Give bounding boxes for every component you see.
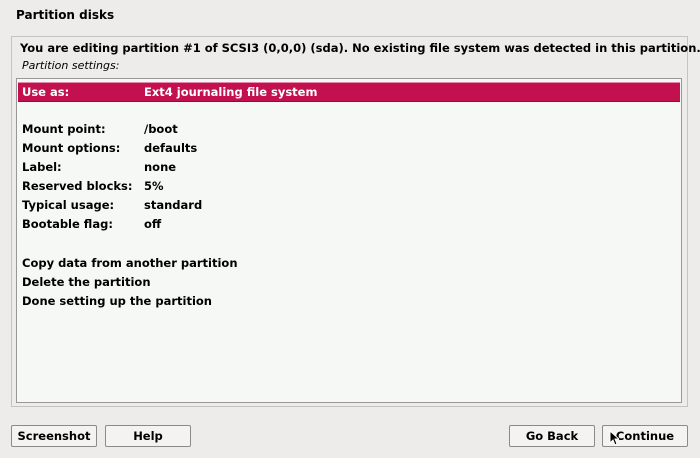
list-item-label: Label: [22,160,62,174]
partition-settings-list[interactable]: Use as: Ext4 journaling file system Moun… [16,78,682,403]
list-item-mount-options[interactable]: Mount options: defaults [18,139,680,158]
list-item-label: Reserved blocks: [22,179,133,193]
title-bar: Partition disks [0,0,700,32]
go-back-button[interactable]: Go Back [509,425,595,447]
list-item-copy-data[interactable]: Copy data from another partition [18,254,680,273]
help-button[interactable]: Help [105,425,191,447]
list-item-label: Mount point: [22,122,106,136]
mouse-pointer-icon [609,430,619,446]
list-item-reserved-blocks[interactable]: Reserved blocks: 5% [18,177,680,196]
list-item-label-setting[interactable]: Label: none [18,158,680,177]
screenshot-button[interactable]: Screenshot [11,425,97,447]
settings-caption: Partition settings: [22,59,120,72]
list-item-label: Copy data from another partition [22,256,238,270]
list-item-delete-partition[interactable]: Delete the partition [18,273,680,292]
question-text: You are editing partition #1 of SCSI3 (0… [20,41,700,55]
list-item-mount-point[interactable]: Mount point: /boot [18,120,680,139]
list-item-done[interactable]: Done setting up the partition [18,292,680,311]
list-item-typical-usage[interactable]: Typical usage: standard [18,196,680,215]
list-item-value: /boot [144,122,178,136]
list-item-label: Typical usage: [22,198,115,212]
list-item-label: Done setting up the partition [22,294,212,308]
list-item-value: defaults [144,141,198,155]
list-item-value: none [144,160,177,174]
list-item-value: off [144,217,162,231]
list-item-value: 5% [144,179,164,193]
list-item-label: Use as: [22,85,70,99]
list-item-value: standard [144,198,203,212]
list-item-value: Ext4 journaling file system [144,85,318,99]
window-title: Partition disks [16,8,115,22]
list-item-use-as[interactable]: Use as: Ext4 journaling file system [18,82,680,102]
list-item-label: Bootable flag: [22,217,113,231]
list-item-label: Delete the partition [22,275,151,289]
list-item-label: Mount options: [22,141,121,155]
list-item-bootable-flag[interactable]: Bootable flag: off [18,215,680,234]
